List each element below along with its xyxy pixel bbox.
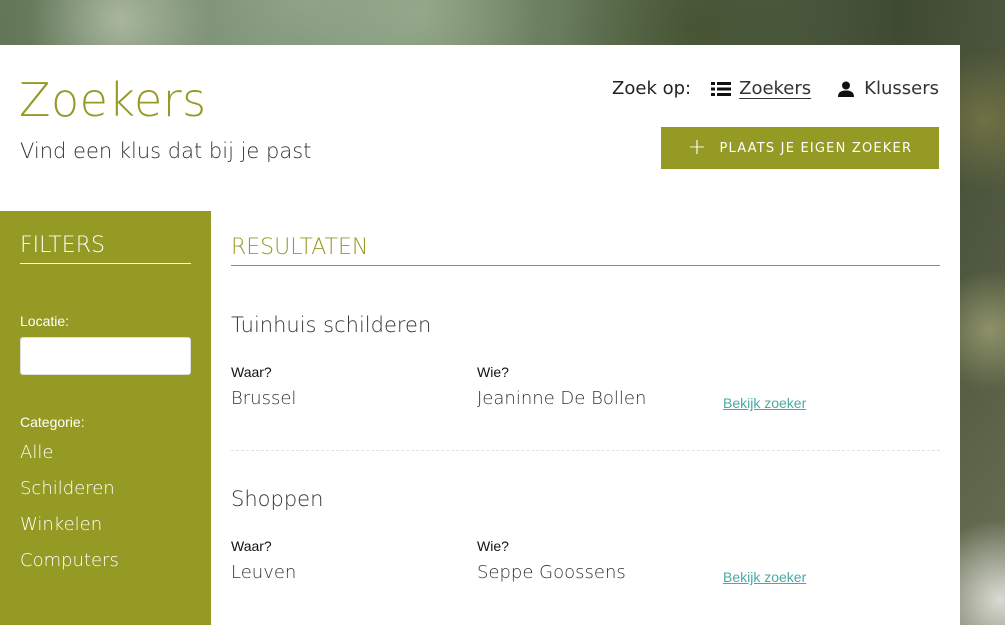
result-where: Waar? Brussel — [231, 364, 296, 409]
category-label: Categorie: — [20, 414, 85, 430]
search-by-label: Zoek op: — [612, 78, 692, 99]
location-label: Locatie: — [20, 313, 70, 329]
result-where: Waar? Leuven — [231, 538, 296, 583]
who-label: Wie? — [477, 538, 509, 554]
view-zoeker-link[interactable]: Bekijk zoeker — [723, 569, 806, 585]
results-title: RESULTATEN — [231, 235, 940, 266]
who-label: Wie? — [477, 364, 509, 380]
search-by-klussers-label: Klussers — [864, 78, 939, 99]
search-by-zoekers-label: Zoekers — [739, 78, 812, 99]
add-own-zoeker-button[interactable]: + PLAATS JE EIGEN ZOEKER — [661, 127, 939, 169]
search-by-zoekers-link[interactable]: Zoekers — [711, 78, 811, 99]
result-title: Shoppen — [231, 487, 324, 511]
who-value: Seppe Goossens — [477, 562, 626, 583]
filters-title: FILTERS — [20, 233, 191, 264]
where-label: Waar? — [231, 364, 272, 380]
result-who: Wie? Jeaninne De Bollen — [477, 364, 646, 409]
result-title: Tuinhuis schilderen — [231, 313, 432, 337]
category-item-alle[interactable]: Alle — [20, 442, 119, 478]
who-value: Jeaninne De Bollen — [477, 388, 647, 409]
category-item-schilderen[interactable]: Schilderen — [20, 478, 119, 514]
result-divider — [231, 450, 940, 451]
view-zoeker-link[interactable]: Bekijk zoeker — [723, 395, 806, 411]
where-label: Waar? — [231, 538, 272, 554]
page-subtitle: Vind een klus dat bij je past — [20, 139, 312, 163]
location-input[interactable] — [20, 337, 191, 375]
page-title: Zoekers — [19, 73, 207, 127]
user-icon — [838, 81, 855, 97]
where-value: Brussel — [231, 388, 297, 409]
category-item-winkelen[interactable]: Winkelen — [20, 514, 119, 550]
result-who: Wie? Seppe Goossens — [477, 538, 626, 583]
where-value: Leuven — [231, 562, 297, 583]
category-list: Alle Schilderen Winkelen Computers — [20, 442, 119, 586]
category-item-computers[interactable]: Computers — [20, 550, 119, 586]
main-card: Zoekers Vind een klus dat bij je past Zo… — [0, 45, 960, 625]
list-icon — [711, 81, 732, 96]
add-own-zoeker-label: PLAATS JE EIGEN ZOEKER — [719, 140, 913, 156]
search-by-klussers-link[interactable]: Klussers — [836, 78, 939, 99]
search-by-toggle: Zoek op: Zoekers Klussers — [612, 78, 939, 99]
filters-sidebar: FILTERS Locatie: Categorie: Alle Schilde… — [0, 211, 211, 625]
plus-icon: + — [687, 135, 708, 160]
